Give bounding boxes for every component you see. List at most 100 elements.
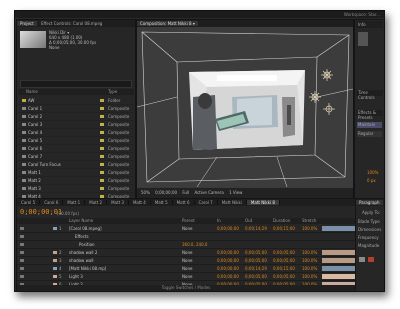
tab-composition[interactable]: Composition: Matt Nikki 8 ▾ — [137, 21, 198, 26]
project-item[interactable]: Matt 2 Composite — [18, 177, 134, 185]
timeline-tab[interactable]: Matt 3 — [107, 200, 129, 205]
timeline-tab[interactable]: Matt 1 — [63, 200, 86, 205]
label-color-swatch[interactable] — [100, 147, 104, 150]
layer-duration-bar[interactable] — [322, 226, 355, 231]
timeline-layer-row[interactable]: 5 Light 3 None 0;00;00;00 0;00;05;00 0;00;05;… — [17, 273, 355, 281]
timeline-layer-row[interactable]: 1 [Carol 08.mpeg] None 0;00;00;00 0;00;14;29… — [17, 225, 355, 233]
tab-effect-controls[interactable]: Effect Controls: Carol 08.mpeg — [38, 21, 105, 26]
column-layer-name[interactable]: Layer Name — [69, 218, 93, 224]
label-color-swatch[interactable] — [100, 179, 104, 182]
timeline-tab[interactable]: Carol 5 — [17, 200, 41, 205]
preset-item-2[interactable]: Regular — [357, 131, 382, 137]
visibility-eye-icon[interactable] — [20, 267, 24, 270]
color-swatch-2[interactable] — [368, 257, 374, 262]
project-search-input[interactable] — [20, 80, 132, 88]
toggle-switches-modes[interactable]: Toggle Switches / Modes — [17, 285, 355, 291]
layer-label-swatch[interactable] — [53, 251, 57, 254]
layer-stretch[interactable]: 100.0% — [302, 265, 317, 272]
project-item[interactable]: Carol Turn Focus Composite — [18, 161, 134, 169]
layer-parent[interactable]: None — [182, 225, 192, 232]
layer-name[interactable]: [Matt Nikki 08.mp] — [69, 265, 106, 272]
tab-effects-presets[interactable]: Effects & Presets — [358, 110, 383, 120]
visibility-eye-icon[interactable] — [20, 243, 24, 246]
timeline-tab[interactable]: Carol 7 — [194, 200, 218, 205]
label-color-swatch[interactable] — [100, 187, 104, 190]
tab-project[interactable]: Project — [17, 21, 37, 26]
layer-in[interactable]: 0;00;00;00 — [217, 225, 239, 232]
layer-duration-bar[interactable] — [322, 266, 355, 271]
timeline-tab[interactable]: Carol 6 — [40, 200, 64, 205]
layer-out[interactable]: 0;00;14;29 — [245, 265, 267, 272]
color-swatch[interactable] — [359, 257, 365, 262]
label-color-swatch[interactable] — [100, 115, 104, 118]
visibility-eye-icon[interactable] — [20, 259, 24, 262]
layer-name[interactable]: Light 3 — [69, 273, 83, 280]
views-select[interactable]: 1 View — [229, 190, 242, 195]
label-color-swatch[interactable] — [100, 131, 104, 134]
layer-out[interactable]: 0;00;05;00 — [245, 273, 267, 280]
layer-out[interactable]: 0;00;05;00 — [245, 249, 267, 256]
timeline-layer-row[interactable]: 2 shadow wall 2 None 0;00;00;00 0;00;05;00 0;… — [17, 249, 355, 257]
project-item[interactable]: Carol 5 Composite — [18, 137, 134, 145]
tab-info[interactable]: Info — [358, 22, 366, 27]
column-stretch[interactable]: Stretch — [302, 218, 316, 224]
label-color-swatch[interactable] — [100, 99, 104, 102]
layer-duration-bar[interactable] — [322, 258, 355, 263]
layer-name[interactable]: [Carol 08.mpeg] — [69, 225, 102, 232]
composition-viewer[interactable] — [137, 27, 353, 187]
layer-duration[interactable]: 0;00;15;00 — [273, 225, 295, 232]
project-item[interactable]: Carol 2 Composite — [18, 113, 134, 121]
project-item[interactable]: Carol 3 Composite — [18, 121, 134, 129]
label-color-swatch[interactable] — [100, 139, 104, 142]
layer-in[interactable]: 0;00;00;00 — [217, 273, 239, 280]
timeline-tab[interactable]: Matt 6 — [172, 200, 195, 205]
column-parent[interactable]: Parent — [182, 218, 195, 224]
layer-parent[interactable]: None — [182, 257, 192, 264]
layer-duration[interactable]: 0;00;05;00 — [273, 249, 295, 256]
layer-in[interactable]: 0;00;00;00 — [217, 265, 239, 272]
preset-item[interactable]: Maintain — [357, 122, 382, 128]
layer-duration[interactable]: 0;00;15;00 — [273, 265, 295, 272]
timeline-tab[interactable]: Matt 2 — [85, 200, 108, 205]
project-item[interactable]: Carol 7 Composite — [18, 153, 134, 161]
timeline-timecode[interactable]: 0;00;00;01 — [20, 208, 62, 216]
layer-parent[interactable]: 360.0, 240.0 — [182, 241, 207, 248]
label-color-swatch[interactable] — [100, 123, 104, 126]
layer-out[interactable]: 0;00;05;00 — [245, 257, 267, 264]
timeline-tab[interactable]: Matt Nikki — [217, 200, 247, 205]
label-color-swatch[interactable] — [100, 171, 104, 174]
layer-in[interactable]: 0;00;00;00 — [217, 257, 239, 264]
timeline-layer-row[interactable]: 4 [Matt Nikki 08.mp] None 0;00;00;00 0;00;14… — [17, 265, 355, 273]
visibility-eye-icon[interactable] — [20, 251, 24, 254]
layer-stretch[interactable]: 100.0% — [302, 273, 317, 280]
tab-paragraph[interactable]: Paragraph — [356, 200, 383, 205]
layer-stretch[interactable]: 100.0% — [302, 257, 317, 264]
visibility-eye-icon[interactable] — [20, 235, 24, 238]
timeline-tab[interactable]: Matt 5 — [150, 200, 173, 205]
layer-name[interactable]: Position — [79, 241, 95, 248]
label-color-swatch[interactable] — [100, 155, 104, 158]
layer-stretch[interactable]: 100.0% — [302, 225, 317, 232]
project-item[interactable]: Matt 3 Composite — [18, 185, 134, 193]
camera-select[interactable]: Active Camera — [194, 190, 223, 195]
resolution-select[interactable]: Full — [182, 190, 189, 195]
layer-label-swatch[interactable] — [53, 259, 57, 262]
column-type[interactable]: Type — [108, 89, 117, 95]
workspace-selector[interactable]: Workspace: Star... — [344, 11, 380, 18]
layer-parent[interactable]: None — [182, 273, 192, 280]
layer-label-swatch[interactable] — [53, 267, 57, 270]
timeline-layer-row[interactable]: Position 360.0, 240.0 — [17, 241, 355, 249]
label-color-swatch[interactable] — [100, 107, 104, 110]
layer-duration-bar[interactable] — [322, 274, 355, 279]
visibility-eye-icon[interactable] — [20, 227, 24, 230]
zoom-level[interactable]: 50% — [141, 190, 150, 195]
layer-duration[interactable]: 0;00;05;00 — [273, 257, 295, 264]
layer-duration[interactable]: 0;00;05;00 — [273, 273, 295, 280]
column-in[interactable]: In — [217, 218, 221, 224]
column-out[interactable]: Out — [245, 218, 252, 224]
project-item[interactable]: Carol 6 Composite — [18, 145, 134, 153]
right-value-2[interactable]: 0 px — [367, 178, 376, 183]
timeline-tab[interactable]: Matt Nikki 8 — [246, 200, 280, 205]
layer-name[interactable]: shadow wall — [69, 257, 94, 264]
layer-name[interactable]: Effects — [75, 233, 89, 240]
